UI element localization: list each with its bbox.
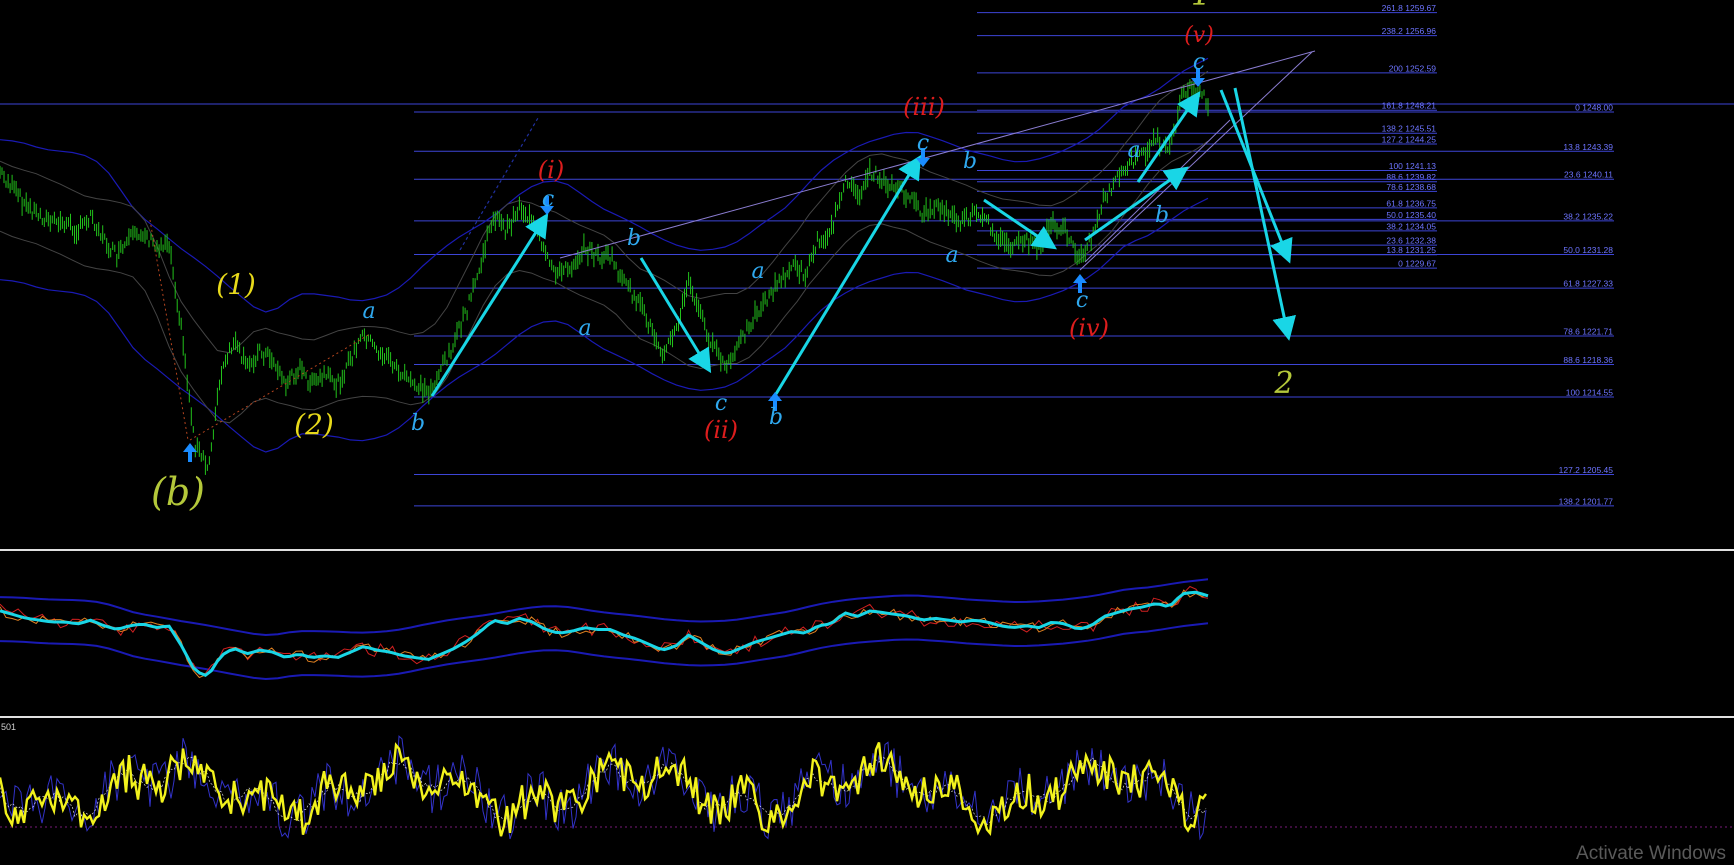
wave-label-minor: b	[1155, 203, 1169, 228]
fib-level-label: 100 1214.55	[1566, 388, 1614, 398]
ma-cyan-line	[0, 590, 1209, 678]
fib-level-label: 50.0 1235.40	[1386, 210, 1436, 220]
wave-label-minute: (i)	[538, 156, 564, 184]
fib-level-label: 127.2 1244.25	[1382, 134, 1437, 144]
wave-label-minor: a	[362, 299, 375, 324]
wave-label-minor: a	[945, 243, 958, 268]
fib-level-label: 50.0 1231.28	[1563, 245, 1613, 255]
wave-label-minor: c	[542, 187, 554, 212]
wave-label-minute: (ii)	[704, 416, 738, 444]
inner-band-line	[0, 70, 1209, 354]
wave-label-major: 2	[1273, 366, 1293, 401]
fib-level-label: 78.6 1221.71	[1563, 326, 1613, 336]
fib-level-label: 261.8 1259.67	[1382, 3, 1437, 13]
wave-label-minor: c	[1076, 288, 1088, 313]
fib-level-label: 88.6 1239.82	[1386, 172, 1436, 182]
wave-label-minor: a	[578, 316, 591, 341]
fib-level-label: 13.8 1231.25	[1386, 245, 1436, 255]
fib-level-label: 100 1241.13	[1389, 161, 1437, 171]
wave-label-minor: c	[917, 131, 929, 156]
oscillator-panel	[0, 735, 1734, 841]
main-price-panel: 261.8 1259.67238.2 1256.96200 1252.59161…	[0, 0, 1734, 514]
wave-label-minute: (v)	[1184, 23, 1214, 48]
wave-label-minor: b	[963, 149, 977, 174]
inner-band-line	[0, 140, 1209, 424]
fib-level-label: 138.2 1201.77	[1559, 496, 1614, 506]
fib-level-label: 161.8 1248.21	[1382, 101, 1437, 111]
fib-level-label: 38.2 1234.05	[1386, 221, 1436, 231]
fib-level-label: 38.2 1235.22	[1563, 211, 1613, 221]
wave-label-minute: (iii)	[903, 93, 945, 121]
trend-arrow	[639, 257, 712, 374]
fib-level-label: 61.8 1227.33	[1563, 279, 1613, 289]
wave-label-major: 1	[1191, 0, 1211, 13]
wave-label-minor: c	[715, 391, 727, 416]
fib-level-label: 0 1229.67	[1398, 259, 1436, 269]
oscillator-panel-label: 501	[1, 722, 16, 732]
fib-level-label: 78.6 1238.68	[1386, 182, 1436, 192]
fib-level-label: 23.6 1240.11	[1564, 170, 1613, 180]
wave-label-major: (b)	[151, 470, 205, 514]
fib-level-label: 200 1252.59	[1389, 63, 1437, 73]
wave-label-intermediate: (2)	[294, 408, 334, 441]
fib-level-label: 23.6 1232.38	[1386, 236, 1436, 246]
fib-level-label: 127.2 1205.45	[1559, 465, 1614, 475]
fib-level-label: 138.2 1245.51	[1382, 124, 1437, 134]
wave-label-minor: a	[751, 259, 764, 284]
upper-band-line	[0, 57, 1209, 313]
wave-label-minor: b	[769, 405, 783, 430]
fib-level-label: 0 1248.00	[1575, 103, 1613, 113]
wave-label-intermediate: (1)	[216, 268, 256, 301]
wave-label-minor: b	[411, 411, 425, 436]
wave-label-minute: (iv)	[1069, 314, 1109, 342]
chart-stage: 261.8 1259.67238.2 1256.96200 1252.59161…	[0, 0, 1734, 841]
fib-level-label: 238.2 1256.96	[1382, 26, 1437, 36]
fib-level-label: 13.8 1243.39	[1563, 142, 1613, 152]
trend-arrow	[1084, 166, 1189, 242]
trend-arrow	[1136, 91, 1201, 183]
wave-label-minor: a	[1127, 138, 1140, 163]
oscillator-band-line	[0, 735, 1207, 841]
wave-label-minor: b	[627, 226, 641, 251]
fib-level-label: 61.8 1236.75	[1386, 198, 1436, 208]
activate-windows-watermark: Activate Windows	[1576, 843, 1726, 864]
moving-average-panel	[0, 578, 1209, 681]
price-bars	[0, 79, 1209, 475]
wave-label-minor: c	[1193, 50, 1205, 75]
trend-arrow	[1233, 87, 1296, 341]
channel-trendline	[1079, 51, 1313, 271]
fib-level-label: 88.6 1218.36	[1563, 355, 1613, 365]
oscillator-main-line	[0, 742, 1207, 837]
